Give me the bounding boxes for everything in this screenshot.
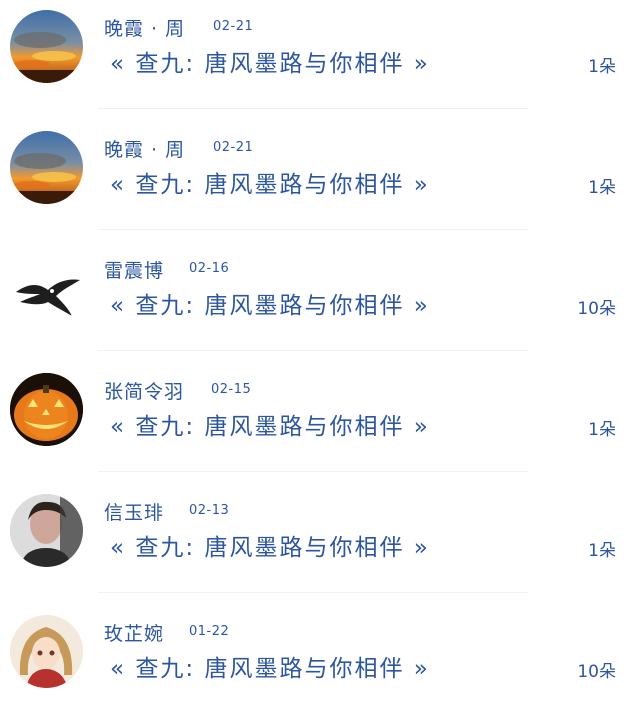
user-name: 玫芷婉 [104, 623, 165, 645]
gift-record-list: 晚霞 · 周 02-21 « 查九: 唐风墨路与你相伴 » 1朵 晚霞 · 周 … [0, 0, 640, 698]
flower-count: 1朵 [588, 420, 616, 440]
divider [98, 108, 528, 109]
list-item[interactable]: 玫芷婉 01-22 « 查九: 唐风墨路与你相伴 » 10朵 [0, 605, 640, 726]
flower-count: 10朵 [577, 662, 616, 682]
work-title[interactable]: « 查九: 唐风墨路与你相伴 » [110, 528, 430, 562]
work-title[interactable]: « 查九: 唐风墨路与你相伴 » [110, 165, 430, 199]
record-date: 02-15 [211, 382, 252, 397]
user-name: 张简令羽 [104, 381, 185, 403]
record-date: 02-16 [189, 261, 230, 276]
work-title[interactable]: « 查九: 唐风墨路与你相伴 » [110, 407, 430, 441]
work-title[interactable]: « 查九: 唐风墨路与你相伴 » [110, 44, 430, 78]
record-date: 02-13 [189, 503, 230, 518]
user-name: 晚霞 · 周 [104, 18, 186, 40]
record-date: 01-22 [189, 624, 230, 639]
list-item[interactable]: 信玉琲 02-13 « 查九: 唐风墨路与你相伴 » 1朵 [0, 484, 640, 605]
divider [98, 592, 528, 593]
record-date: 02-21 [213, 19, 254, 34]
sunset-avatar[interactable] [10, 10, 83, 83]
pumpkin-lantern-avatar[interactable] [10, 373, 83, 446]
anime-girl-avatar[interactable] [10, 615, 83, 688]
list-item[interactable]: 晚霞 · 周 02-21 « 查九: 唐风墨路与你相伴 » 1朵 [0, 121, 640, 242]
list-item[interactable]: 晚霞 · 周 02-21 « 查九: 唐风墨路与你相伴 » 1朵 [0, 0, 640, 121]
user-name: 雷震博 [104, 260, 165, 282]
divider [98, 471, 528, 472]
divider [98, 350, 528, 351]
divider [98, 229, 528, 230]
list-item[interactable]: 张简令羽 02-15 « 查九: 唐风墨路与你相伴 » 1朵 [0, 363, 640, 484]
sunset-avatar[interactable] [10, 131, 83, 204]
man-portrait-avatar[interactable] [10, 494, 83, 567]
flower-count: 1朵 [588, 57, 616, 77]
work-title[interactable]: « 查九: 唐风墨路与你相伴 » [110, 286, 430, 320]
user-name: 信玉琲 [104, 502, 165, 524]
flower-count: 1朵 [588, 178, 616, 198]
work-title[interactable]: « 查九: 唐风墨路与你相伴 » [110, 649, 430, 683]
user-name: 晚霞 · 周 [104, 139, 186, 161]
list-item[interactable]: 雷震博 02-16 « 查九: 唐风墨路与你相伴 » 10朵 [0, 242, 640, 363]
flower-count: 1朵 [588, 541, 616, 561]
record-date: 02-21 [213, 140, 254, 155]
swallow-bird-avatar[interactable] [10, 252, 83, 325]
flower-count: 10朵 [577, 299, 616, 319]
